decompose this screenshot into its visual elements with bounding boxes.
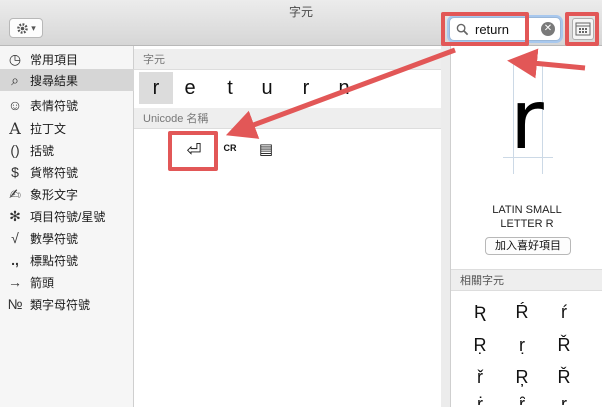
letter-a-icon: A: [9, 118, 21, 138]
sidebar-item-search-results[interactable]: ⌕ 搜尋結果: [0, 69, 134, 91]
sidebar-item-label: 拉丁文: [30, 121, 67, 136]
clear-search-icon[interactable]: ✕: [541, 22, 555, 36]
results-pane: 字元 r e t u r n Unicode 名稱 ⏎ CR ▤: [134, 46, 441, 407]
char-cell[interactable]: u: [250, 72, 284, 104]
related-chars-header: 相關字元: [451, 269, 602, 291]
writing-hand-icon: ✍: [9, 185, 21, 202]
unicode-section-header: Unicode 名稱: [134, 108, 441, 129]
gear-icon: [17, 22, 29, 34]
line-symbol-glyph[interactable]: ▤: [256, 140, 276, 158]
related-char[interactable]: Ŕ: [507, 299, 537, 325]
char-cell[interactable]: t: [213, 72, 247, 104]
char-name: LATIN SMALL LETTER R: [451, 203, 602, 231]
char-cell[interactable]: n: [327, 72, 361, 104]
related-char[interactable]: Ʀ: [465, 299, 495, 325]
square-root-icon: √: [11, 230, 19, 246]
related-char[interactable]: Ṛ: [465, 332, 495, 358]
sidebar-item-label: 項目符號/星號: [30, 209, 106, 224]
char-cell[interactable]: r: [139, 72, 173, 104]
sidebar-item-currency[interactable]: $ 貨幣符號: [0, 161, 134, 183]
numero-icon: №: [7, 296, 23, 312]
sidebar-item-label: 標點符號: [30, 253, 79, 268]
sidebar-item-math[interactable]: √ 數學符號: [0, 227, 134, 249]
char-name-line1: LATIN SMALL: [492, 204, 562, 216]
related-char[interactable]: ŗ: [549, 391, 579, 405]
sidebar-item-label: 數學符號: [30, 231, 79, 246]
arrow-icon: →: [8, 274, 22, 290]
char-preview: r: [451, 46, 602, 226]
sidebar-item-label: 象形文字: [30, 187, 79, 202]
sidebar-item-brackets[interactable]: () 括號: [0, 139, 134, 161]
related-char[interactable]: Ř: [549, 364, 579, 390]
related-char[interactable]: ṛ: [507, 332, 537, 358]
smiley-icon: ☺: [7, 97, 23, 113]
big-char: r: [510, 73, 544, 168]
related-char[interactable]: ŕ: [549, 299, 579, 325]
sidebar-item-arrows[interactable]: → 箭頭: [0, 271, 134, 293]
chevron-down-icon: ▾: [31, 22, 36, 33]
category-sidebar: ◷ 常用項目 ⌕ 搜尋結果 ☺ 表情符號 A 拉丁文 () 括號 $ 貨幣符號 …: [0, 46, 134, 407]
related-char[interactable]: ř: [465, 364, 495, 390]
char-name-line2: LETTER R: [500, 218, 554, 230]
sidebar-item-label: 類字母符號: [30, 297, 91, 312]
sidebar-item-label: 括號: [30, 143, 55, 158]
sidebar-item-label: 表情符號: [30, 98, 79, 113]
sidebar-item-label: 箭頭: [30, 275, 55, 290]
sidebar-item-label: 貨幣符號: [30, 165, 79, 180]
sidebar-item-emoji[interactable]: ☺ 表情符號: [0, 94, 134, 116]
related-char[interactable]: ȓ: [507, 391, 537, 405]
glyph-highlight-box: [168, 131, 218, 171]
sidebar-item-favorites[interactable]: ◷ 常用項目: [0, 48, 134, 70]
sidebar-item-latin[interactable]: A 拉丁文: [0, 117, 134, 139]
add-to-favorites-button[interactable]: 加入喜好項目: [485, 237, 571, 255]
character-viewer-window: 字元 ▾ return ✕ ◷ 常用項目 ⌕ 搜尋結果 ☺ 表情符號 A 拉丁文…: [0, 0, 602, 407]
related-char[interactable]: ṙ: [465, 391, 495, 405]
asterisk-icon: ✻: [9, 207, 21, 224]
punctuation-icon: .,: [11, 252, 19, 268]
action-menu-button[interactable]: ▾: [9, 18, 43, 38]
related-char[interactable]: Ř: [549, 332, 579, 358]
palette-highlight-box: [565, 12, 599, 46]
sidebar-item-pictographs[interactable]: ✍ 象形文字: [0, 183, 134, 205]
clock-icon: ◷: [8, 50, 22, 67]
dollar-icon: $: [11, 164, 19, 180]
detail-pane: r LATIN SMALL LETTER R 加入喜好項目 相關字元 Ʀ Ŕ ŕ…: [450, 46, 602, 407]
cr-symbol-glyph[interactable]: CR: [220, 143, 240, 153]
char-cell[interactable]: e: [173, 72, 207, 104]
search-icon: ⌕: [11, 71, 19, 88]
related-char[interactable]: Ŗ: [507, 364, 537, 390]
sidebar-item-label: 常用項目: [30, 52, 79, 67]
chars-section-header: 字元: [134, 49, 441, 70]
sidebar-item-letterlike[interactable]: № 類字母符號: [0, 293, 134, 315]
sidebar-item-label: 搜尋結果: [30, 73, 79, 88]
search-highlight-box: [441, 12, 529, 46]
sidebar-item-punctuation[interactable]: ., 標點符號: [0, 249, 134, 271]
char-cell[interactable]: r: [289, 72, 323, 104]
brackets-icon: (): [10, 142, 20, 158]
sidebar-item-bullets-stars[interactable]: ✻ 項目符號/星號: [0, 205, 134, 227]
